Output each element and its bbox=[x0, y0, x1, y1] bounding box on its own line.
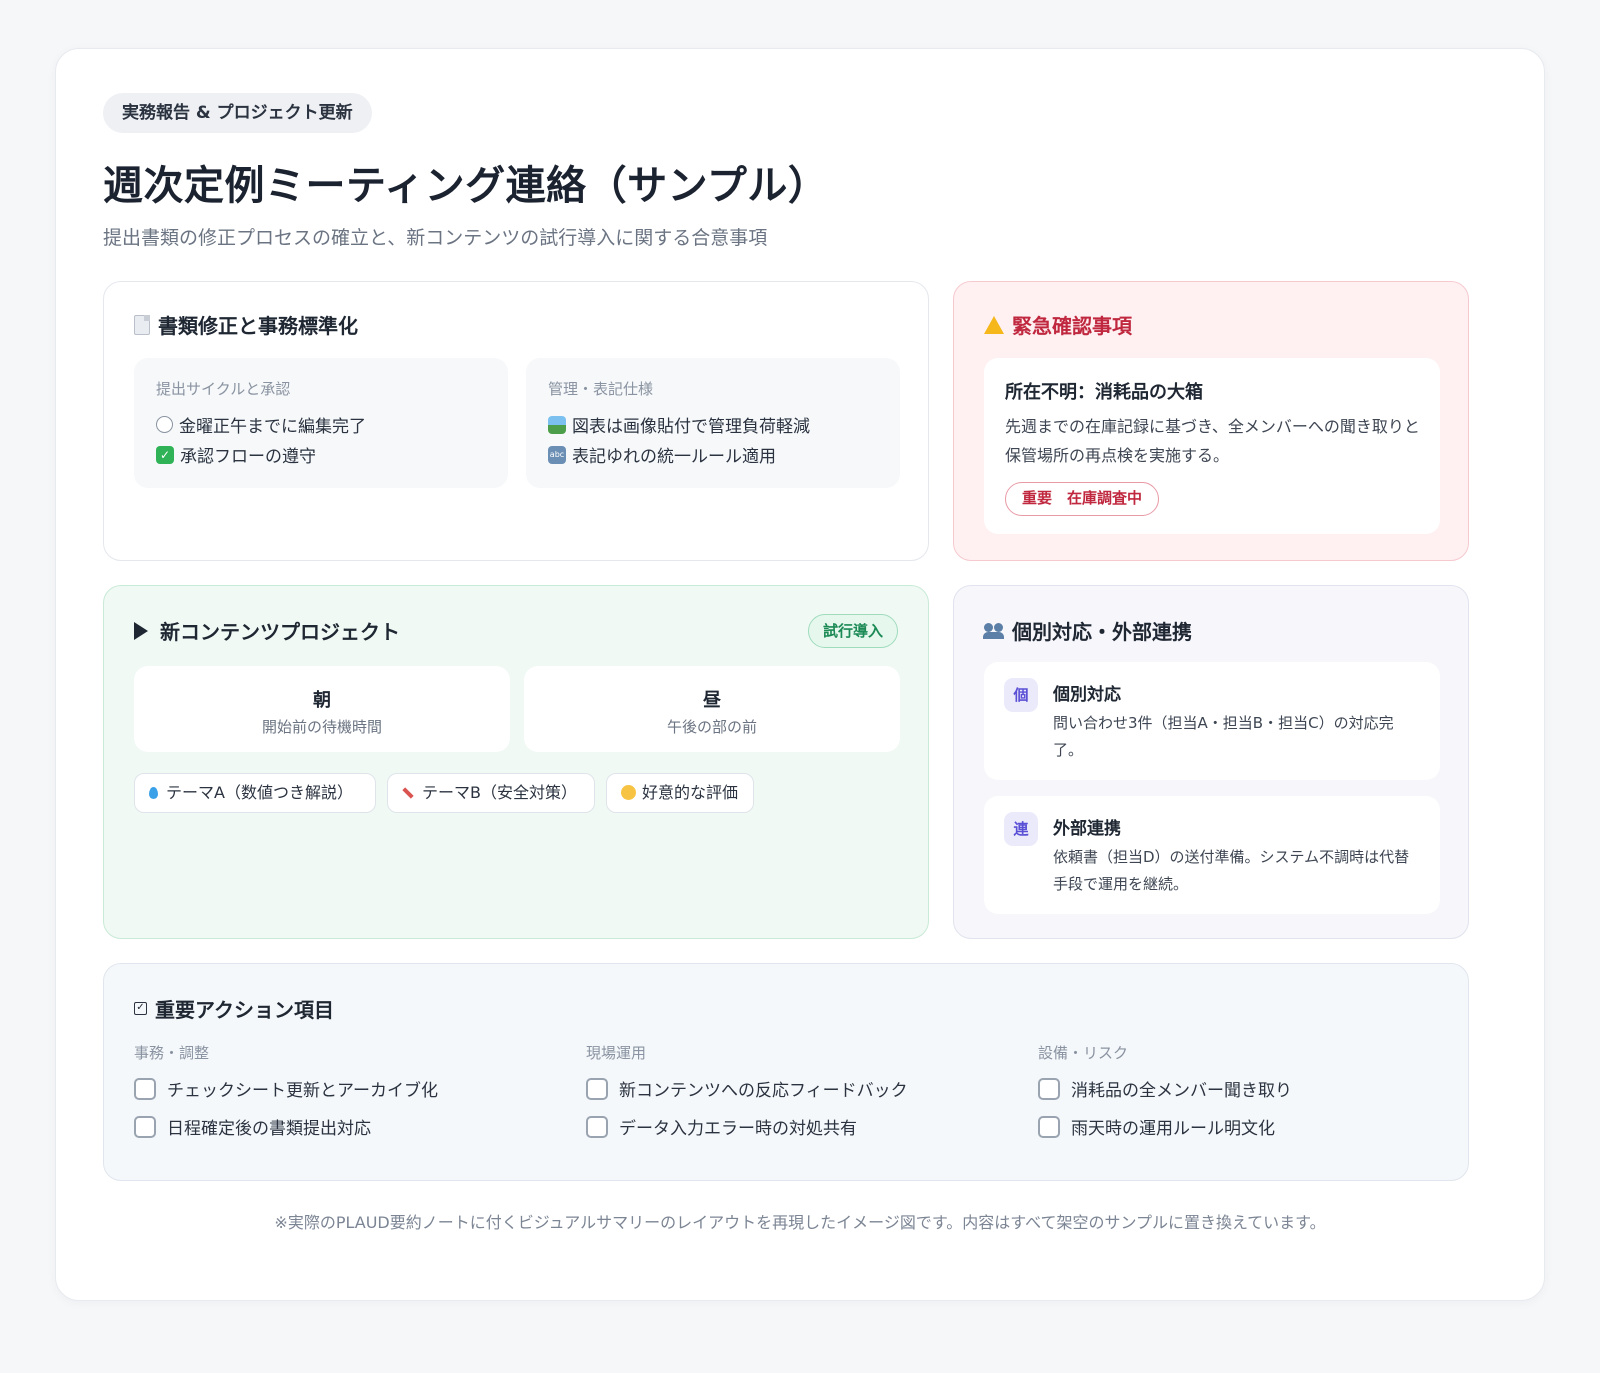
action-item[interactable]: 日程確定後の書類提出対応 bbox=[134, 1114, 371, 1139]
column-label: 設備・リスク bbox=[1038, 1044, 1129, 1062]
abc-icon: abc bbox=[548, 445, 566, 464]
urgent-item-text: 先週までの在庫記録に基づき、全メンバーへの聞き取りと保管場所の再点検を実施する。 bbox=[1005, 417, 1420, 465]
smile-icon bbox=[621, 785, 636, 800]
droplet-icon bbox=[149, 787, 158, 799]
action-checkbox[interactable] bbox=[1038, 1115, 1060, 1138]
summary-page: 実務報告 & プロジェクト更新 週次定例ミーティング連絡（サンプル） 提出書類の… bbox=[55, 48, 1545, 1301]
management-item: abc 表記ゆれの統一ルール適用 bbox=[548, 445, 776, 467]
slot-morning: 朝 開始前の待機時間 bbox=[134, 666, 510, 752]
external-item-title: 外部連携 bbox=[1053, 819, 1121, 839]
action-checkbox[interactable] bbox=[586, 1077, 608, 1100]
actions-header: ✓ 重要アクション項目 bbox=[134, 994, 334, 1023]
urgent-status-badge: 重要 在庫調査中 bbox=[1005, 482, 1160, 516]
picture-icon bbox=[548, 415, 566, 434]
action-item[interactable]: 消耗品の全メンバー聞き取り bbox=[1038, 1076, 1292, 1101]
action-item[interactable]: 雨天時の運用ルール明文化 bbox=[1038, 1114, 1275, 1139]
project-status-badge: 試行導入 bbox=[807, 614, 898, 648]
documents-card: 書類修正と事務標準化 提出サイクルと承認 金曜正午までに編集完了 ✓ 承認フロー… bbox=[103, 281, 929, 561]
slot-noon: 昼 午後の部の前 bbox=[524, 666, 900, 752]
external-item-text: 依頼書（担当D）の送付準備。システム不調時は代替手段で運用を継続。 bbox=[1053, 848, 1410, 893]
documents-title: 書類修正と事務標準化 bbox=[158, 314, 358, 338]
management-section: 管理・表記仕様 図表は画像貼付で管理負荷軽減 abc 表記ゆれの統一ルール適用 bbox=[526, 358, 900, 488]
management-label: 管理・表記仕様 bbox=[548, 380, 654, 398]
action-checkbox[interactable] bbox=[134, 1077, 156, 1100]
urgent-header: 緊急確認事項 bbox=[984, 310, 1132, 339]
slot-desc: 開始前の待機時間 bbox=[261, 718, 382, 736]
submission-item: ✓ 承認フローの遵守 bbox=[156, 442, 316, 467]
actions-card: ✓ 重要アクション項目 事務・調整 チェックシート更新とアーカイブ化 日程確定後… bbox=[103, 963, 1469, 1181]
warning-icon bbox=[984, 315, 1004, 334]
individual-title: 個別対応・外部連携 bbox=[1012, 620, 1192, 644]
theme-chip: テーマA（数値つき解説） bbox=[134, 773, 376, 813]
individual-header: 個別対応・外部連携 bbox=[983, 616, 1192, 645]
external-item: 連 外部連携 依頼書（担当D）の送付準備。システム不調時は代替手段で運用を継続。 bbox=[984, 796, 1440, 914]
submission-section: 提出サイクルと承認 金曜正午までに編集完了 ✓ 承認フローの遵守 bbox=[134, 358, 508, 488]
column-label: 現場運用 bbox=[586, 1044, 647, 1062]
submission-item: 金曜正午までに編集完了 bbox=[156, 412, 366, 437]
clock-icon bbox=[156, 416, 173, 433]
individual-item-text: 問い合わせ3件（担当A・担当B・担当C）の対応完了。 bbox=[1053, 714, 1394, 759]
slot-desc: 午後の部の前 bbox=[666, 718, 757, 736]
individual-item: 個 個別対応 問い合わせ3件（担当A・担当B・担当C）の対応完了。 bbox=[984, 662, 1440, 780]
management-item: 図表は画像貼付で管理負荷軽減 bbox=[548, 412, 810, 437]
submission-label: 提出サイクルと承認 bbox=[156, 380, 291, 398]
actions-title: 重要アクション項目 bbox=[155, 998, 334, 1022]
theme-chip: テーマB（安全対策） bbox=[387, 773, 595, 813]
external-badge: 連 bbox=[1004, 812, 1038, 846]
column-label: 事務・調整 bbox=[134, 1044, 210, 1062]
action-item[interactable]: 新コンテンツへの反応フィードバック bbox=[586, 1076, 908, 1101]
syringe-icon bbox=[402, 787, 414, 799]
slot-name: 朝 bbox=[313, 690, 331, 711]
action-checkbox[interactable] bbox=[134, 1115, 156, 1138]
theme-chip: 好意的な評価 bbox=[606, 773, 754, 813]
individual-card: 個別対応・外部連携 個 個別対応 問い合わせ3件（担当A・担当B・担当C）の対応… bbox=[953, 585, 1469, 939]
page-title: 週次定例ミーティング連絡（サンプル） bbox=[103, 163, 829, 209]
action-checkbox[interactable] bbox=[586, 1115, 608, 1138]
individual-item-title: 個別対応 bbox=[1053, 685, 1121, 705]
project-header: 新コンテンツプロジェクト bbox=[134, 616, 400, 645]
action-checkbox[interactable] bbox=[1038, 1077, 1060, 1100]
check-mark-icon: ✓ bbox=[156, 445, 174, 464]
urgent-item-title: 所在不明：消耗品の大箱 bbox=[1005, 382, 1203, 403]
urgent-title: 緊急確認事項 bbox=[1012, 314, 1132, 338]
project-title: 新コンテンツプロジェクト bbox=[160, 620, 400, 644]
play-icon bbox=[134, 621, 148, 640]
action-item[interactable]: データ入力エラー時の対処共有 bbox=[586, 1114, 857, 1139]
footer-note: ※実際のPLAUD要約ノートに付くビジュアルサマリーのレイアウトを再現したイメー… bbox=[274, 1213, 1326, 1232]
checkbox-icon: ✓ bbox=[134, 1002, 147, 1015]
document-icon bbox=[134, 314, 150, 335]
page-subtitle: 提出書類の修正プロセスの確立と、新コンテンツの試行導入に関する合意事項 bbox=[103, 227, 768, 249]
urgent-item: 所在不明：消耗品の大箱 先週までの在庫記録に基づき、全メンバーへの聞き取りと保管… bbox=[984, 358, 1440, 534]
category-tag: 実務報告 & プロジェクト更新 bbox=[103, 93, 372, 133]
action-item[interactable]: チェックシート更新とアーカイブ化 bbox=[134, 1076, 438, 1101]
people-icon bbox=[983, 622, 1004, 639]
documents-header: 書類修正と事務標準化 bbox=[134, 310, 358, 339]
individual-badge: 個 bbox=[1004, 678, 1038, 712]
project-card: 新コンテンツプロジェクト 試行導入 朝 開始前の待機時間 昼 午後の部の前 テー… bbox=[103, 585, 929, 939]
slot-name: 昼 bbox=[703, 690, 721, 711]
urgent-card: 緊急確認事項 所在不明：消耗品の大箱 先週までの在庫記録に基づき、全メンバーへの… bbox=[953, 281, 1469, 561]
